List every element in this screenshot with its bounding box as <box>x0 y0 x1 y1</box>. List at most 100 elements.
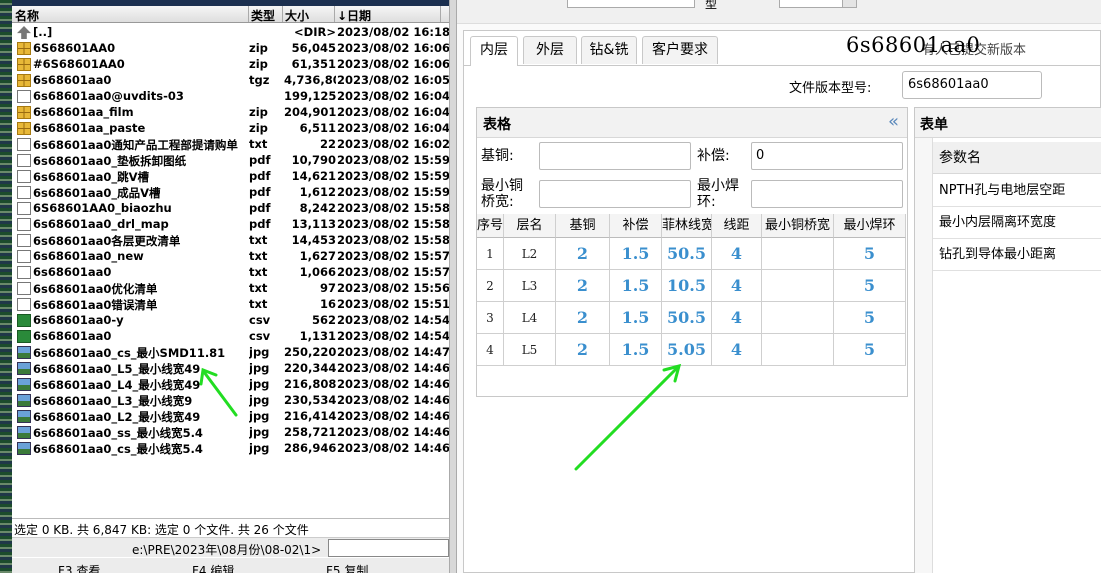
grid-cell-row-number[interactable]: 3 <box>477 302 504 334</box>
file-row[interactable]: 6s68601aa0优化清单 txt 97 2023/08/02 15:56 <box>12 280 449 296</box>
file-name: 6s68601aa0-y <box>33 313 124 327</box>
file-row[interactable]: 6s68601aa0_L5_最小线宽49 jpg 220,344 2023/08/02… <box>12 360 449 376</box>
grid-header-line-spacing[interactable]: 线距 <box>712 214 762 238</box>
grid-header-row-number[interactable]: 序号 <box>477 214 504 238</box>
desktop-edge-strip <box>0 0 12 573</box>
grid-cell-compensation[interactable]: 1.5 <box>610 270 662 302</box>
file-row[interactable]: 6s68601aa0-y csv 562 2023/08/02 14:54 <box>12 312 449 328</box>
file-row[interactable]: 6S68601AA0_biaozhu pdf 8,242 2023/08/02 15:… <box>12 200 449 216</box>
column-size-header[interactable]: 大小 <box>285 7 309 24</box>
toolbar-input[interactable] <box>567 0 695 8</box>
grid-header-film-line-width[interactable]: 菲林线宽 <box>662 214 712 238</box>
grid-cell-film-line-width[interactable]: 5.05 <box>662 334 712 366</box>
grid-cell-compensation[interactable]: 1.5 <box>610 302 662 334</box>
file-row[interactable]: 6s68601aa0_ss_最小线宽5.4 jpg 258,721 2023/08/0… <box>12 424 449 440</box>
file-row[interactable]: [..] <DIR> 2023/08/02 16:18 <box>12 24 449 40</box>
grid-header-min-copper-bridge[interactable]: 最小铜桥宽 <box>762 214 834 238</box>
file-row[interactable]: 6s68601aa_paste zip 6,511 2023/08/02 16:04 <box>12 120 449 136</box>
grid-cell-line-spacing[interactable]: 4 <box>712 302 762 334</box>
grid-cell-line-spacing[interactable]: 4 <box>712 334 762 366</box>
version-input[interactable]: 6s68601aa0 <box>902 71 1042 99</box>
min-ring-input[interactable] <box>751 180 903 208</box>
min-bridge-input[interactable] <box>539 180 691 208</box>
grid-cell-film-line-width[interactable]: 10.5 <box>662 270 712 302</box>
file-row[interactable]: 6s68601aa0_L4_最小线宽49 jpg 216,808 2023/08/02… <box>12 376 449 392</box>
grid-cell-layer-name[interactable]: L5 <box>504 334 556 366</box>
combo-arrow-button[interactable] <box>842 0 857 8</box>
grid-cell-min-copper-bridge[interactable] <box>762 302 834 334</box>
param-row[interactable]: 钻孔到导体最小距离 <box>933 239 1101 271</box>
tab-inner-layer[interactable]: 内层 <box>470 36 518 66</box>
window-divider[interactable] <box>449 0 457 573</box>
file-row[interactable]: 6s68601aa0 txt 1,066 2023/08/02 15:57 <box>12 264 449 280</box>
grid-cell-row-number[interactable]: 1 <box>477 238 504 270</box>
tab-customer-requirements[interactable]: 客户要求 <box>642 36 718 64</box>
file-row[interactable]: 6s68601aa0_cs_最小线宽5.4 jpg 286,946 2023/08/0… <box>12 440 449 456</box>
file-row[interactable]: 6s68601aa0_L2_最小线宽49 jpg 216,414 2023/08/02… <box>12 408 449 424</box>
base-copper-input[interactable] <box>539 142 691 170</box>
f3-view-button[interactable]: F3 查看 <box>58 562 100 573</box>
file-row[interactable]: 6s68601aa0_成品V槽 pdf 1,612 2023/08/02 15:59 <box>12 184 449 200</box>
grid-cell-base-copper[interactable]: 2 <box>556 302 610 334</box>
column-separator[interactable] <box>248 6 249 22</box>
grid-cell-compensation[interactable]: 1.5 <box>610 238 662 270</box>
grid-cell-film-line-width[interactable]: 50.5 <box>662 302 712 334</box>
file-row[interactable]: 6s68601aa0_new txt 1,627 2023/08/02 15:57 <box>12 248 449 264</box>
grid-cell-base-copper[interactable]: 2 <box>556 270 610 302</box>
grid-cell-min-copper-bridge[interactable] <box>762 334 834 366</box>
param-row[interactable]: 最小内层隔离环宽度 <box>933 207 1101 239</box>
file-row[interactable]: 6s68601aa0错误清单 txt 16 2023/08/02 15:51 <box>12 296 449 312</box>
tab-outer-layer[interactable]: 外层 <box>523 36 577 64</box>
file-row[interactable]: 6s68601aa0_垫板拆卸图纸 pdf 10,790 2023/08/02 15:… <box>12 152 449 168</box>
file-row[interactable]: 6s68601aa0_drl_map pdf 13,113 2023/08/02 15… <box>12 216 449 232</box>
compensation-input[interactable]: 0 <box>751 142 903 170</box>
grid-cell-compensation[interactable]: 1.5 <box>610 334 662 366</box>
file-row[interactable]: 6s68601aa0_cs_最小SMD11.81 jpg 250,220 2023/0… <box>12 344 449 360</box>
tab-drill-mill[interactable]: 钻&铣 <box>581 36 637 64</box>
column-separator[interactable] <box>334 6 335 22</box>
param-name-header[interactable]: 参数名 <box>933 142 1101 174</box>
f5-copy-button[interactable]: F5 复制 <box>326 562 368 573</box>
grid-cell-min-annular-ring[interactable]: 5 <box>834 302 906 334</box>
grid-cell-min-copper-bridge[interactable] <box>762 238 834 270</box>
param-row[interactable]: NPTH孔与电地层空距 <box>933 175 1101 207</box>
grid-header-base-copper[interactable]: 基铜 <box>556 214 610 238</box>
column-name-header[interactable]: 名称 <box>15 7 39 24</box>
grid-cell-layer-name[interactable]: L3 <box>504 270 556 302</box>
grid-header-layer-name[interactable]: 层名 <box>504 214 556 238</box>
file-row[interactable]: #6S68601AA0 zip 61,351 2023/08/02 16:06 <box>12 56 449 72</box>
command-line-input[interactable] <box>328 539 449 557</box>
file-type: jpg <box>249 361 270 375</box>
grid-cell-line-spacing[interactable]: 4 <box>712 238 762 270</box>
grid-cell-base-copper[interactable]: 2 <box>556 238 610 270</box>
command-line-bar: e:\PRE\2023年\08月份\08-02\1> <box>12 537 449 557</box>
file-row[interactable]: 6s68601aa0各层更改清单 txt 14,453 2023/08/02 15:5… <box>12 232 449 248</box>
file-row[interactable]: 6s68601aa0_跳V槽 pdf 14,621 2023/08/02 15:59 <box>12 168 449 184</box>
file-row[interactable]: 6s68601aa0 csv 1,131 2023/08/02 14:54 <box>12 328 449 344</box>
grid-cell-layer-name[interactable]: L2 <box>504 238 556 270</box>
file-row[interactable]: 6s68601aa0 tgz 4,736,8042023/08/02 16:05 <box>12 72 449 88</box>
grid-cell-base-copper[interactable]: 2 <box>556 334 610 366</box>
column-separator[interactable] <box>440 6 441 22</box>
file-row[interactable]: 6s68601aa0@uvdits-03 199,125 2023/08/02 16… <box>12 88 449 104</box>
grid-header-compensation[interactable]: 补偿 <box>610 214 662 238</box>
column-date-header[interactable]: ↓日期 <box>337 7 371 24</box>
file-row[interactable]: 6s68601aa_film zip 204,901 2023/08/02 16:04 <box>12 104 449 120</box>
f4-edit-button[interactable]: F4 编辑 <box>192 562 234 573</box>
file-row[interactable]: 6s68601aa0通知产品工程部提请购单 txt 22 2023/08/02 16:… <box>12 136 449 152</box>
column-separator[interactable] <box>282 6 283 22</box>
grid-cell-layer-name[interactable]: L4 <box>504 302 556 334</box>
grid-cell-row-number[interactable]: 2 <box>477 270 504 302</box>
grid-cell-min-annular-ring[interactable]: 5 <box>834 334 906 366</box>
grid-cell-min-annular-ring[interactable]: 5 <box>834 270 906 302</box>
grid-cell-film-line-width[interactable]: 50.5 <box>662 238 712 270</box>
grid-cell-min-annular-ring[interactable]: 5 <box>834 238 906 270</box>
grid-header-min-annular-ring[interactable]: 最小焊环 <box>834 214 906 238</box>
file-row[interactable]: 6S68601AA0 zip 56,045 2023/08/02 16:06 <box>12 40 449 56</box>
grid-cell-row-number[interactable]: 4 <box>477 334 504 366</box>
column-type-header[interactable]: 类型 <box>251 7 275 24</box>
grid-cell-min-copper-bridge[interactable] <box>762 270 834 302</box>
grid-cell-line-spacing[interactable]: 4 <box>712 270 762 302</box>
collapse-icon[interactable]: « <box>888 111 899 132</box>
file-row[interactable]: 6s68601aa0_L3_最小线宽9 jpg 230,534 2023/08/02 … <box>12 392 449 408</box>
